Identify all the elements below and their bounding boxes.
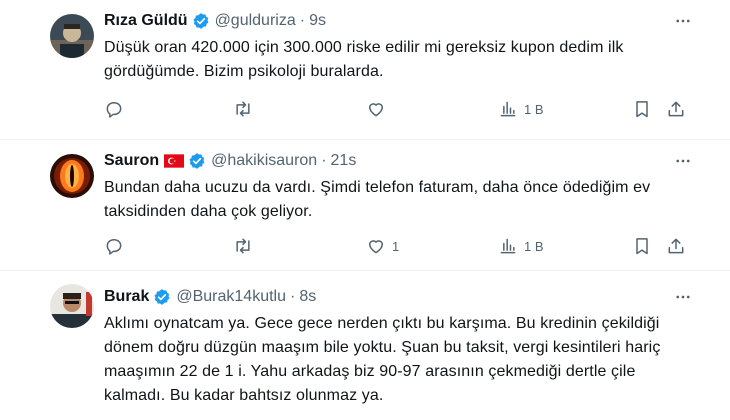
bookmark-button[interactable] [632,97,652,121]
retweet-icon [233,236,253,256]
timeline-feed: Rıza Güldü @gulduriza · 9s Düşük oran 42… [0,0,730,420]
view-count: 1 B [524,101,544,117]
handle[interactable]: @hakikisauron [211,152,317,170]
tweet-text: Aklımı oynatcam ya. Gece gece nerden çık… [104,315,661,404]
like-icon [366,236,386,256]
timestamp[interactable]: 8s [299,288,316,306]
reply-icon [104,236,124,256]
reply-icon [104,99,124,119]
separator: · [321,152,327,169]
more-icon[interactable] [672,10,694,32]
more-icon[interactable] [672,150,694,172]
timestamp[interactable]: 21s [331,152,357,170]
display-name[interactable]: Rıza Güldü [104,12,188,30]
view-count: 1 B [524,238,544,254]
share-button[interactable] [666,234,686,258]
avatar[interactable] [50,14,94,58]
views-icon [498,99,518,119]
action-bar: 1 1 B [100,234,700,258]
views-icon [498,236,518,256]
display-name[interactable]: Burak [104,288,149,306]
timestamp[interactable]: 9s [309,12,326,30]
verified-badge-icon [188,152,206,170]
share-icon [666,236,686,256]
action-bar: 1 B [100,97,700,121]
turkey-flag-icon [164,154,185,168]
like-button[interactable] [366,97,392,121]
tweet-header: Rıza Güldü @gulduriza · 9s [104,10,326,32]
retweet-icon [233,99,253,119]
separator: · [290,288,296,305]
display-name[interactable]: Sauron [104,152,159,170]
reply-button[interactable] [104,234,130,258]
separator: · [299,12,306,29]
bookmark-button[interactable] [632,234,652,258]
tweet[interactable]: Sauron @hakikisauron · 21s Bundan daha u… [0,140,730,271]
views-button[interactable]: 1 B [498,234,544,258]
like-count: 1 [392,238,400,254]
verified-badge-icon [192,12,210,30]
tweet-text: Bundan daha ucuzu da vardı. Şimdi telefo… [104,179,651,220]
handle[interactable]: @Burak14kutlu [176,288,286,306]
avatar[interactable] [50,284,94,328]
tweet-header: Burak @Burak14kutlu · 8s [104,286,316,308]
reply-button[interactable] [104,97,130,121]
bookmark-icon [632,236,652,256]
retweet-button[interactable] [233,97,259,121]
tweet[interactable]: Rıza Güldü @gulduriza · 9s Düşük oran 42… [0,0,730,140]
tweet[interactable]: Burak @Burak14kutlu · 8s Aklımı oynatcam… [0,272,730,420]
verified-badge-icon [153,288,171,306]
retweet-button[interactable] [233,234,259,258]
tweet-text: Düşük oran 420.000 için 300.000 riske ed… [104,39,624,80]
like-icon [366,99,386,119]
avatar[interactable] [50,154,94,198]
share-icon [666,99,686,119]
tweet-header: Sauron @hakikisauron · 21s [104,150,356,172]
like-button[interactable]: 1 [366,234,399,258]
handle[interactable]: @gulduriza [215,12,296,30]
more-icon[interactable] [672,286,694,308]
share-button[interactable] [666,97,686,121]
bookmark-icon [632,99,652,119]
views-button[interactable]: 1 B [498,97,544,121]
